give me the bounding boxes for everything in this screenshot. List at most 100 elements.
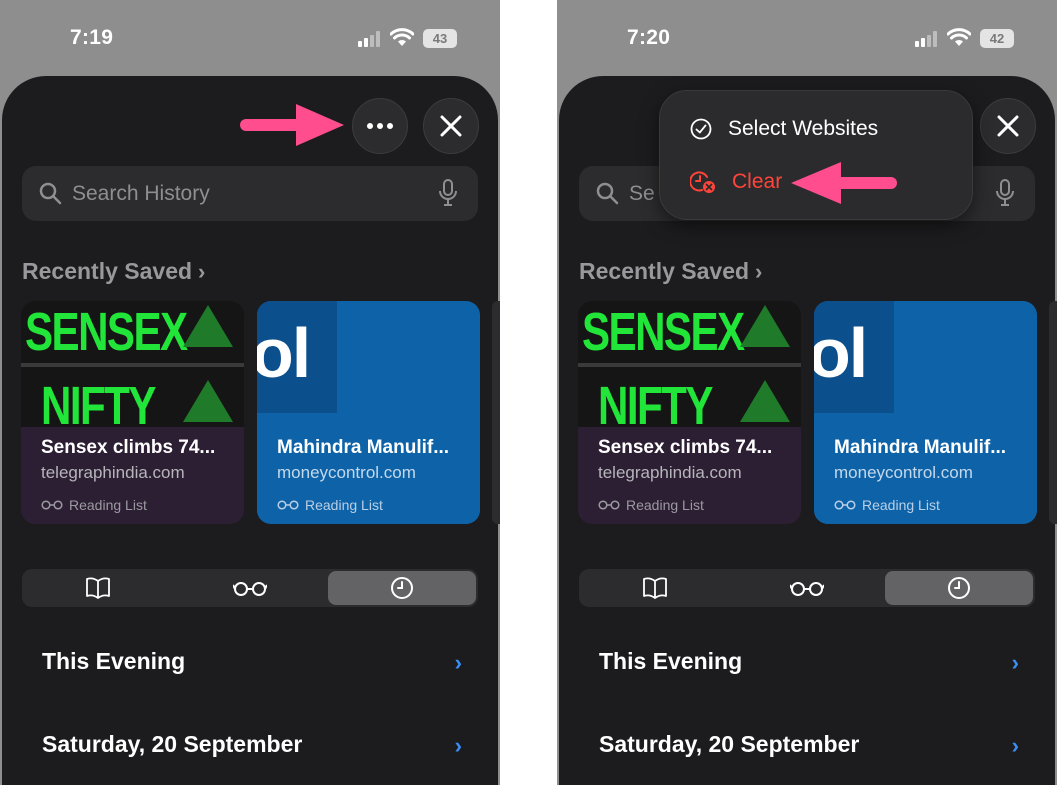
card-tag-label: Reading List bbox=[626, 497, 704, 513]
pink-arrow-annotation bbox=[240, 104, 344, 146]
search-field[interactable]: Search History bbox=[22, 166, 478, 221]
image-divider bbox=[578, 363, 801, 367]
card-tag-label: Reading List bbox=[69, 497, 147, 513]
card-domain: moneycontrol.com bbox=[834, 463, 973, 482]
tab-reading-list[interactable] bbox=[733, 571, 881, 605]
up-triangle-icon bbox=[740, 305, 790, 347]
more-button[interactable] bbox=[352, 98, 408, 154]
chevron-right-icon: › bbox=[1011, 650, 1019, 675]
left-screenshot: 7:19 43 Search History Recently Saved › … bbox=[0, 0, 500, 785]
clock-icon bbox=[948, 577, 970, 599]
close-button[interactable] bbox=[980, 98, 1036, 154]
recently-saved-header[interactable]: Recently Saved › bbox=[579, 258, 762, 285]
close-button[interactable] bbox=[423, 98, 479, 154]
battery-indicator: 42 bbox=[980, 29, 1014, 48]
book-icon bbox=[86, 577, 110, 599]
wifi-icon bbox=[390, 28, 414, 46]
menu-label-clear: Clear bbox=[732, 170, 783, 193]
history-row-saturday[interactable]: Saturday, 20 September › bbox=[599, 731, 1019, 761]
mic-icon[interactable] bbox=[995, 179, 1015, 207]
tab-history[interactable] bbox=[328, 571, 476, 605]
card-tag: Reading List bbox=[598, 497, 704, 513]
wifi-icon bbox=[947, 28, 971, 46]
status-time: 7:19 bbox=[70, 26, 114, 49]
tab-bookmarks[interactable] bbox=[24, 571, 172, 605]
row-label: Saturday, 20 September bbox=[599, 731, 860, 757]
card-info: Sensex climbs 74... telegraphindia.com R… bbox=[21, 427, 244, 524]
signal-icon bbox=[915, 31, 937, 47]
card-domain: telegraphindia.com bbox=[598, 463, 742, 482]
search-icon bbox=[596, 182, 619, 205]
tab-history[interactable] bbox=[885, 571, 1033, 605]
row-label: This Evening bbox=[42, 648, 186, 674]
glasses-icon bbox=[598, 500, 620, 510]
more-icon bbox=[367, 123, 393, 129]
close-icon bbox=[997, 115, 1019, 137]
search-placeholder: Search History bbox=[72, 182, 210, 205]
status-bar: 7:19 43 bbox=[0, 0, 500, 76]
card-title: Sensex climbs 74... bbox=[41, 437, 216, 458]
recently-saved-label: Recently Saved bbox=[22, 258, 193, 284]
card-image-text-top: SENSEX bbox=[25, 302, 188, 362]
up-triangle-icon bbox=[183, 305, 233, 347]
card-domain: telegraphindia.com bbox=[41, 463, 185, 482]
history-sheet: Search History Recently Saved › SENSEX NI… bbox=[2, 76, 500, 785]
up-triangle-icon bbox=[183, 380, 233, 422]
saved-card-sensex[interactable]: SENSEX NIFTY Sensex climbs 74... telegra… bbox=[21, 301, 244, 524]
history-row-this-evening[interactable]: This Evening › bbox=[599, 648, 1019, 678]
search-placeholder: Se bbox=[629, 182, 655, 205]
image-divider bbox=[21, 363, 244, 367]
card-tag-label: Reading List bbox=[862, 497, 940, 513]
saved-card-mahindra[interactable]: ol Mahindra Manulif... moneycontrol.com … bbox=[257, 301, 480, 524]
saved-card-mahindra[interactable]: ol Mahindra Manulif... moneycontrol.com … bbox=[814, 301, 1037, 524]
close-icon bbox=[440, 115, 462, 137]
status-time: 7:20 bbox=[627, 26, 671, 49]
tab-reading-list[interactable] bbox=[176, 571, 324, 605]
card-info: Sensex climbs 74... telegraphindia.com R… bbox=[578, 427, 801, 524]
history-row-this-evening[interactable]: This Evening › bbox=[42, 648, 462, 678]
card-image-text-top: SENSEX bbox=[582, 302, 745, 362]
menu-item-select-websites[interactable]: Select Websites bbox=[690, 117, 878, 141]
card-tag-label: Reading List bbox=[305, 497, 383, 513]
row-label: Saturday, 20 September bbox=[42, 731, 303, 757]
card-title: Mahindra Manulif... bbox=[277, 437, 450, 458]
mic-icon[interactable] bbox=[438, 179, 458, 207]
chevron-right-icon: › bbox=[198, 259, 206, 284]
chevron-right-icon: › bbox=[454, 733, 462, 758]
saved-card-partial[interactable] bbox=[492, 301, 500, 524]
battery-indicator: 43 bbox=[423, 29, 457, 48]
checkmark-circle-icon bbox=[690, 118, 712, 140]
card-title: Mahindra Manulif... bbox=[834, 437, 1007, 458]
history-row-saturday[interactable]: Saturday, 20 September › bbox=[42, 731, 462, 761]
card-domain: moneycontrol.com bbox=[277, 463, 416, 482]
card-image-logo: ol bbox=[814, 301, 894, 413]
chevron-right-icon: › bbox=[1011, 733, 1019, 758]
card-tag: Reading List bbox=[834, 497, 940, 513]
status-bar: 7:20 42 bbox=[557, 0, 1057, 76]
menu-item-clear[interactable]: Clear bbox=[690, 170, 782, 194]
right-screenshot: 7:20 42 Se Recently Saved › SENSEX NIFTY… bbox=[557, 0, 1057, 785]
card-info: Mahindra Manulif... moneycontrol.com Rea… bbox=[257, 427, 480, 524]
up-triangle-icon bbox=[740, 380, 790, 422]
glasses-icon bbox=[233, 582, 267, 596]
tab-bookmarks[interactable] bbox=[581, 571, 729, 605]
book-icon bbox=[643, 577, 667, 599]
clear-history-icon bbox=[690, 171, 715, 193]
glasses-icon bbox=[834, 500, 856, 510]
recently-saved-label: Recently Saved bbox=[579, 258, 750, 284]
chevron-right-icon: › bbox=[454, 650, 462, 675]
clock-icon bbox=[391, 577, 413, 599]
card-info: Mahindra Manulif... moneycontrol.com Rea… bbox=[814, 427, 1037, 524]
recently-saved-header[interactable]: Recently Saved › bbox=[22, 258, 205, 285]
signal-icon bbox=[358, 31, 380, 47]
saved-card-partial[interactable] bbox=[1049, 301, 1057, 524]
card-title: Sensex climbs 74... bbox=[598, 437, 773, 458]
saved-card-sensex[interactable]: SENSEX NIFTY Sensex climbs 74... telegra… bbox=[578, 301, 801, 524]
menu-label-select-websites: Select Websites bbox=[728, 117, 879, 140]
card-image-text: ol bbox=[257, 314, 311, 392]
library-segmented-control bbox=[22, 569, 478, 607]
glasses-icon bbox=[41, 500, 63, 510]
row-label: This Evening bbox=[599, 648, 743, 674]
card-image-text: ol bbox=[814, 314, 868, 392]
pink-arrow-annotation bbox=[791, 162, 897, 204]
